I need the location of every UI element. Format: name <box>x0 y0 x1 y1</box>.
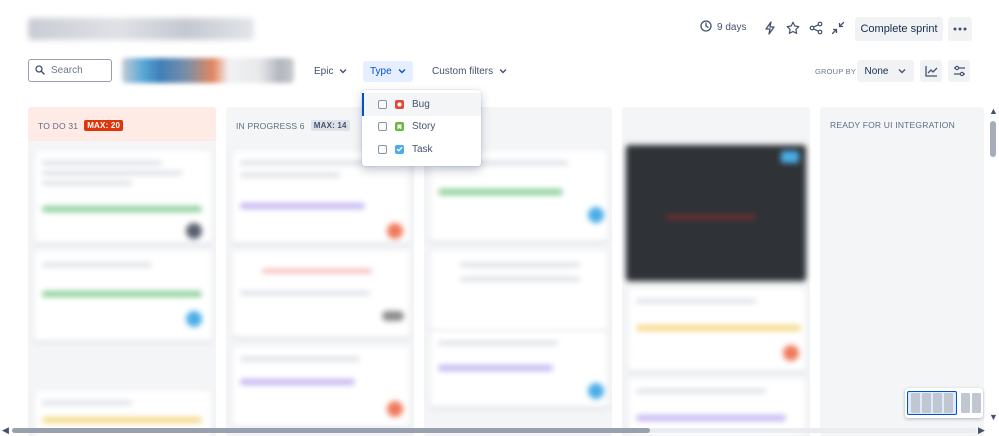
scroll-up-icon[interactable]: ▲ <box>989 107 998 116</box>
board-column-ready-ui: READY FOR UI INTEGRATION <box>820 107 984 436</box>
custom-filters[interactable]: Custom filters <box>425 61 514 82</box>
insights-chart-icon[interactable] <box>920 60 942 82</box>
column-header: READY FOR UI INTEGRATION <box>830 120 955 130</box>
issue-card[interactable] <box>34 251 212 341</box>
bug-icon <box>395 99 404 109</box>
sprint-title-redacted <box>28 18 254 40</box>
vertical-scrollbar[interactable]: ▲ ▼ <box>987 107 999 427</box>
clock-icon <box>700 20 712 35</box>
column-header: IN PROGRESS 6 MAX: 14 <box>236 120 350 131</box>
issue-card-image[interactable] <box>626 145 806 281</box>
checkbox[interactable] <box>378 122 387 132</box>
chevron-down-icon <box>898 66 906 77</box>
lightning-icon[interactable] <box>760 18 780 38</box>
view-settings-icon[interactable] <box>948 60 970 82</box>
assignee-avatars-redacted[interactable] <box>122 58 294 83</box>
board-header: 9 days Complete sprint <box>0 0 999 56</box>
issue-card[interactable] <box>232 251 410 337</box>
checkbox[interactable] <box>378 144 387 154</box>
horizontal-scroll-thumb[interactable] <box>12 428 650 433</box>
issue-card[interactable] <box>34 151 212 243</box>
type-option-label: Story <box>412 121 436 133</box>
chevron-down-icon <box>339 66 347 77</box>
column-header: TO DO 31 MAX: 20 <box>38 120 124 131</box>
more-icon[interactable] <box>948 17 972 41</box>
type-option-task[interactable]: Task <box>362 138 481 161</box>
board-minimap[interactable] <box>905 388 983 418</box>
issue-card[interactable] <box>430 331 608 407</box>
sprint-remaining[interactable]: 9 days <box>700 20 746 35</box>
board-column-todo: TO DO 31 MAX: 20 <box>28 107 216 436</box>
story-icon <box>395 122 404 132</box>
type-option-story[interactable]: Story <box>362 116 481 139</box>
group-by-value: None <box>864 65 889 77</box>
type-filter-dropdown: Bug Story Task <box>362 90 481 166</box>
star-icon[interactable] <box>783 18 803 38</box>
type-option-bug[interactable]: Bug <box>362 93 481 116</box>
search-input[interactable] <box>51 65 107 76</box>
column-limit-badge: MAX: 20 <box>84 120 124 131</box>
collapse-icon[interactable] <box>828 18 848 38</box>
complete-sprint-button[interactable]: Complete sprint <box>855 17 943 41</box>
epic-filter-label: Epic <box>314 66 334 77</box>
scroll-right-icon[interactable]: ▶ <box>978 426 985 435</box>
group-by-select[interactable]: None <box>857 60 914 82</box>
scroll-down-icon[interactable]: ▼ <box>989 413 998 422</box>
share-icon[interactable] <box>806 18 826 38</box>
scroll-left-icon[interactable]: ◀ <box>2 426 9 435</box>
column-title: TO DO 31 <box>38 120 79 131</box>
sprint-days-text: 9 days <box>717 22 747 33</box>
type-option-label: Task <box>412 143 433 155</box>
chevron-down-icon <box>398 66 406 77</box>
type-filter-label: Type <box>370 66 392 77</box>
type-option-label: Bug <box>412 98 430 110</box>
type-filter[interactable]: Type <box>363 61 413 82</box>
search-icon <box>35 62 45 80</box>
search-box[interactable] <box>28 59 112 82</box>
chevron-down-icon <box>499 66 507 77</box>
column-title: IN PROGRESS 6 <box>236 120 305 131</box>
board-column-blurred <box>622 107 810 436</box>
issue-card[interactable] <box>232 347 410 427</box>
group-by-label: GROUP BY <box>815 67 857 76</box>
custom-filters-label: Custom filters <box>432 66 494 77</box>
column-title: READY FOR UI INTEGRATION <box>830 120 955 130</box>
epic-filter[interactable]: Epic <box>307 61 354 82</box>
vertical-scroll-thumb[interactable] <box>990 121 996 157</box>
issue-card[interactable] <box>430 251 608 331</box>
column-limit-badge: MAX: 14 <box>310 120 350 131</box>
issue-card[interactable] <box>628 289 806 371</box>
checkbox[interactable] <box>378 99 387 109</box>
task-icon <box>395 144 404 154</box>
